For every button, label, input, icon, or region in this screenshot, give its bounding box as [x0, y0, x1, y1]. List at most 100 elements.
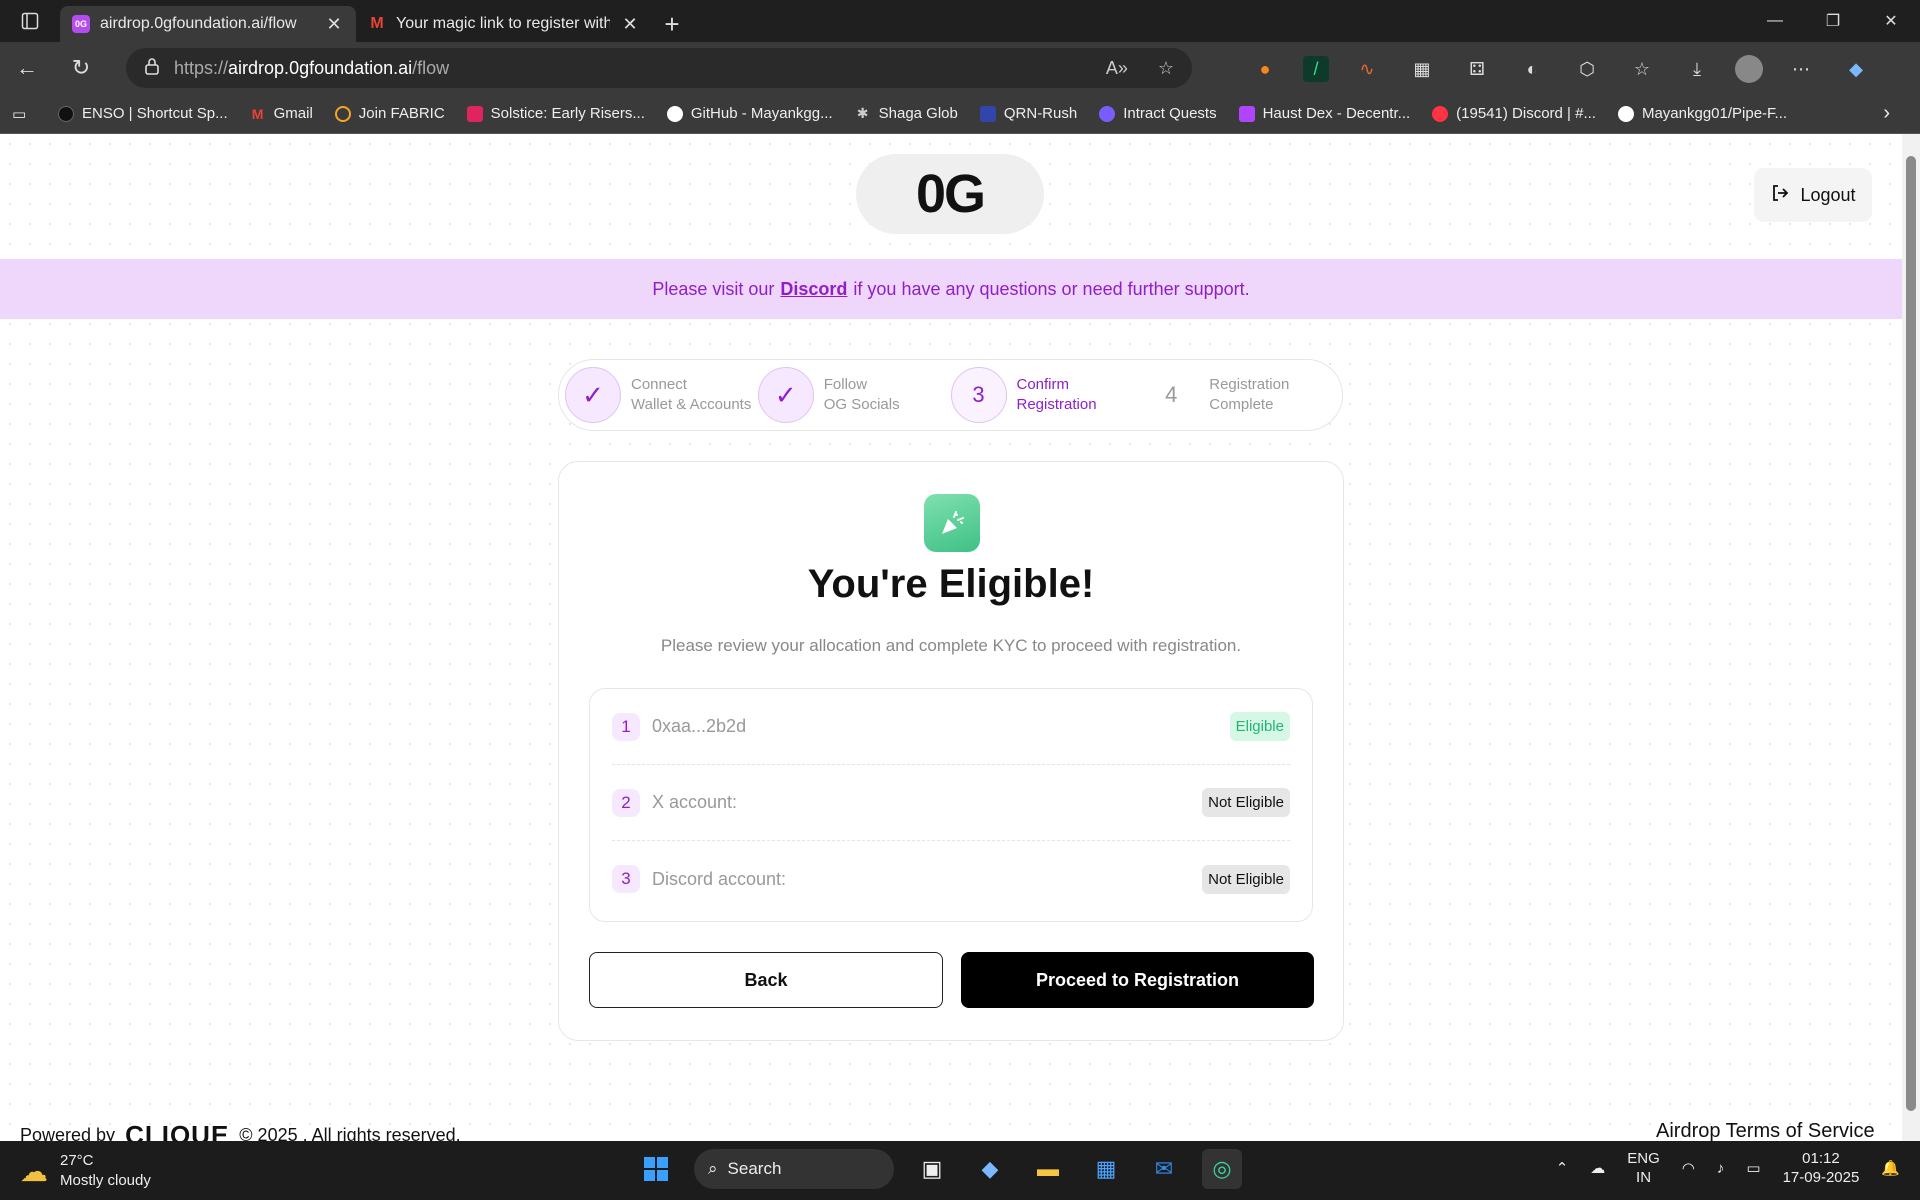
minimize-icon[interactable]: —: [1746, 0, 1804, 42]
profile-avatar-icon[interactable]: [1735, 55, 1763, 83]
scrollbar-thumb[interactable]: [1906, 156, 1916, 1111]
step-number: 3: [950, 367, 1007, 423]
status-badge: Not Eligible: [1202, 864, 1290, 894]
notification-icon[interactable]: 🔔: [1881, 1159, 1900, 1177]
back-button[interactable]: Back: [589, 952, 943, 1008]
terms-link[interactable]: Airdrop Terms of Service: [1656, 1120, 1875, 1141]
address-bar[interactable]: https://airdrop.0gfoundation.ai/flow A» …: [126, 48, 1192, 88]
x-account-label: X account:: [652, 792, 738, 812]
copyright-text: © 2025 . All rights reserved.: [239, 1125, 461, 1141]
intract-icon: [1099, 105, 1116, 122]
row-number: 3: [612, 865, 640, 893]
taskbar-apps: ⌕ Search ▣ ◆ ▬ ▦ ✉ ◎: [636, 1149, 1242, 1189]
step-label: Wallet & Accounts: [631, 396, 752, 413]
github-icon: [1617, 105, 1634, 122]
browser-tab-airdrop[interactable]: 0G airdrop.0gfoundation.ai/flow ✕: [60, 6, 356, 42]
new-tab-icon[interactable]: +: [652, 6, 692, 42]
discord-link[interactable]: Discord: [780, 279, 847, 300]
windows-start-icon[interactable]: [636, 1149, 676, 1189]
bookmark-item[interactable]: Mayankgg01/Pipe-F...: [1617, 105, 1787, 122]
favorite-star-icon[interactable]: ☆: [1158, 58, 1174, 79]
terminal-extension-icon[interactable]: /: [1303, 56, 1329, 82]
lock-icon[interactable]: [144, 57, 160, 80]
taskbar-search[interactable]: ⌕ Search: [694, 1149, 894, 1189]
bookmark-item[interactable]: ✱ Shaga Glob: [855, 105, 958, 122]
extensions-puzzle-icon[interactable]: ⬡: [1570, 52, 1604, 86]
bookmark-item[interactable]: GitHub - Mayankgg...: [666, 105, 833, 122]
step-check-icon: ✓: [565, 367, 621, 423]
clique-logo[interactable]: CLIQUE: [125, 1120, 229, 1141]
volume-icon[interactable]: ♪: [1717, 1160, 1725, 1177]
step-number: 4: [1165, 382, 1178, 407]
step-registration-complete: 4 Registration Complete: [1143, 367, 1336, 423]
extension-icons: ● / ∿ ▦ ⚃ ◐ ⬡ ☆ ⤓ ⋯ ◆: [1248, 52, 1873, 86]
page-scrollbar[interactable]: [1902, 134, 1920, 1141]
outlook-icon[interactable]: ✉: [1144, 1149, 1184, 1189]
language-indicator[interactable]: ENG IN: [1627, 1149, 1660, 1187]
list-item: 1 0xaa...2b2d Eligible: [612, 689, 1290, 765]
search-icon: ⌕: [708, 1159, 718, 1178]
battery-icon[interactable]: ▭: [1746, 1159, 1760, 1177]
support-banner: Please visit our Discord if you have any…: [0, 259, 1902, 319]
bookmark-item[interactable]: Haust Dex - Decentr...: [1238, 105, 1410, 122]
edge-browser-icon[interactable]: ◎: [1202, 1149, 1242, 1189]
reload-icon[interactable]: ↻: [54, 42, 108, 94]
file-explorer-icon[interactable]: ▬: [1028, 1149, 1068, 1189]
partly-cloudy-icon: ☁: [20, 1155, 48, 1187]
downloads-icon[interactable]: ⤓: [1680, 52, 1714, 86]
restore-icon[interactable]: ❐: [1804, 0, 1862, 42]
temperature: 27°C: [60, 1152, 94, 1169]
gmail-favicon-icon: M: [370, 15, 384, 32]
row-number: 2: [612, 788, 640, 817]
browser-tab-gmail[interactable]: M Your magic link to register with 0G ✕: [356, 6, 652, 42]
collections-icon[interactable]: ▭: [12, 105, 36, 123]
clock[interactable]: 01:12 17-09-2025: [1783, 1149, 1860, 1187]
onedrive-cloud-icon[interactable]: ☁: [1590, 1159, 1605, 1177]
bookmark-item[interactable]: Intract Quests: [1099, 105, 1217, 122]
favorites-icon[interactable]: ☆: [1625, 52, 1659, 86]
og-logo[interactable]: 0G: [856, 154, 1044, 234]
solstice-icon: [466, 105, 483, 122]
close-window-icon[interactable]: ✕: [1862, 0, 1920, 42]
bookmarks-overflow-icon[interactable]: ›: [1883, 102, 1890, 125]
tab-title: airdrop.0gfoundation.ai/flow: [100, 15, 297, 32]
dice-extension-icon[interactable]: ⚃: [1460, 52, 1494, 86]
qr-code-icon[interactable]: ▦: [1405, 52, 1439, 86]
enso-icon: [58, 105, 74, 122]
bookmark-item[interactable]: (19541) Discord | #...: [1432, 105, 1596, 122]
wave-extension-icon[interactable]: ∿: [1350, 52, 1384, 86]
bookmarks-bar: ▭ ENSO | Shortcut Sp... M Gmail Join FABR…: [0, 94, 1920, 134]
read-aloud-icon[interactable]: A»: [1106, 58, 1128, 79]
proceed-to-registration-button[interactable]: Proceed to Registration: [961, 952, 1314, 1008]
bookmark-item[interactable]: Solstice: Early Risers...: [466, 105, 645, 122]
discord-icon: [1432, 105, 1449, 122]
browser-tab-bar: 0G airdrop.0gfoundation.ai/flow ✕ M Your…: [0, 0, 1920, 42]
metamask-icon[interactable]: ●: [1248, 52, 1282, 86]
copilot-icon[interactable]: ◆: [1839, 52, 1873, 86]
close-tab-icon[interactable]: ✕: [620, 14, 640, 35]
bookmark-item[interactable]: ENSO | Shortcut Sp...: [58, 105, 228, 122]
page-content: 0G Logout Please visit our Discord if yo…: [0, 134, 1902, 1141]
tab-actions-icon[interactable]: [0, 0, 60, 42]
bookmark-item[interactable]: Join FABRIC: [334, 105, 445, 122]
more-menu-icon[interactable]: ⋯: [1784, 52, 1818, 86]
status-badge: Not Eligible: [1202, 788, 1290, 817]
step-label: Confirm: [1016, 376, 1070, 393]
copilot-app-icon[interactable]: ◆: [970, 1149, 1010, 1189]
task-view-icon[interactable]: ▣: [912, 1149, 952, 1189]
logout-button[interactable]: Logout: [1754, 168, 1872, 222]
bookmark-item[interactable]: M Gmail: [250, 105, 313, 122]
back-arrow-icon[interactable]: ←: [0, 42, 54, 94]
footer-left: Powered by CLIQUE © 2025 . All rights re…: [20, 1120, 461, 1141]
wifi-icon[interactable]: ◠: [1682, 1159, 1695, 1177]
fabric-icon: [334, 105, 351, 122]
bookmark-item[interactable]: QRN-Rush: [979, 105, 1077, 122]
microsoft-store-icon[interactable]: ▦: [1086, 1149, 1126, 1189]
url-text: https://airdrop.0gfoundation.ai/flow: [174, 57, 450, 78]
weather-widget[interactable]: ☁ 27°C Mostly cloudy: [20, 1151, 151, 1191]
step-check-icon: ✓: [757, 367, 814, 423]
close-tab-icon[interactable]: ✕: [324, 14, 344, 35]
globe-extension-icon[interactable]: ◐: [1515, 52, 1549, 86]
chevron-up-icon[interactable]: ⌃: [1556, 1159, 1569, 1177]
step-connect-wallet: ✓ Connect Wallet & Accounts: [565, 367, 758, 423]
